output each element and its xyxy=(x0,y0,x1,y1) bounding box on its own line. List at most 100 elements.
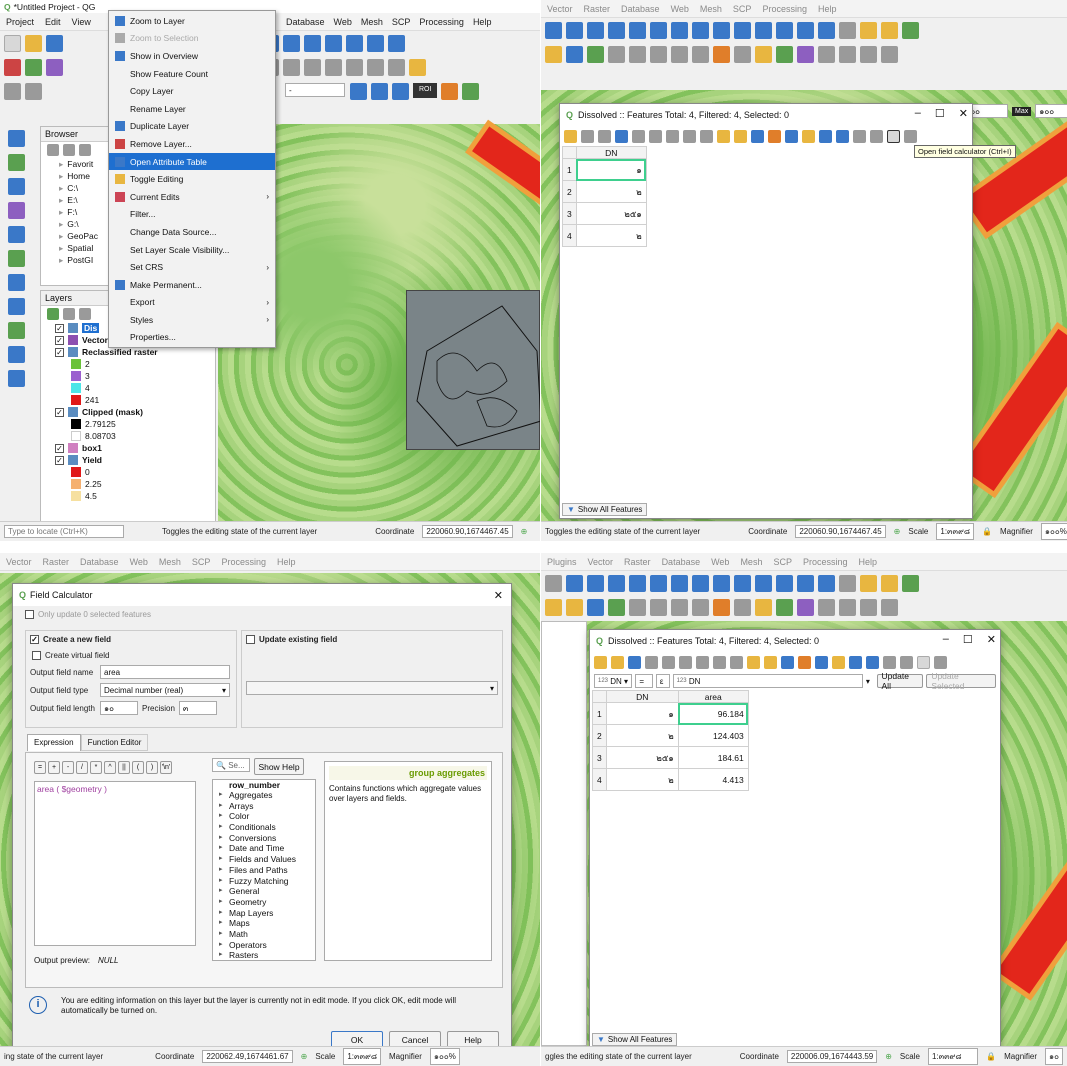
menu-database[interactable]: Database xyxy=(286,17,325,27)
output-length-spinbox[interactable]: ๑๐ xyxy=(100,701,138,715)
precision-spinbox[interactable]: ๓ xyxy=(178,701,217,715)
menu-item-duplicate-layer[interactable]: Duplicate Layer xyxy=(109,118,275,136)
cell-area[interactable]: 96.184 xyxy=(677,702,749,725)
function-group-item[interactable]: Arrays xyxy=(213,801,315,812)
layer-visibility-checkbox[interactable]: ✓ xyxy=(55,443,64,453)
conditional-format-icon[interactable] xyxy=(934,655,947,669)
field-calc-top-icon[interactable] xyxy=(881,21,898,39)
layer-item[interactable]: ✓ box1 xyxy=(55,442,215,454)
move-top-icon[interactable] xyxy=(802,129,815,143)
crs-icon[interactable]: ⊕ xyxy=(894,527,901,536)
add-delimited-icon[interactable] xyxy=(8,202,25,219)
zoom-selection-icon[interactable] xyxy=(325,34,342,52)
function-group-item[interactable]: General xyxy=(213,886,315,897)
scale-field[interactable]: 1:๓๓๙๘ xyxy=(343,1048,381,1065)
add-raster-icon[interactable] xyxy=(8,154,25,171)
show-label-icon[interactable] xyxy=(797,45,814,63)
browser-filter-icon[interactable] xyxy=(79,144,91,156)
lock-icon[interactable]: 🔒 xyxy=(986,1052,996,1061)
scp-tool2-icon[interactable] xyxy=(25,82,42,100)
field-calculator-icon[interactable] xyxy=(887,129,900,143)
cell-area[interactable]: 184.61 xyxy=(677,746,749,769)
zoom-native-icon[interactable] xyxy=(671,21,688,39)
menu-mesh[interactable]: Mesh xyxy=(700,4,722,14)
function-group-item[interactable]: Fields and Values xyxy=(213,854,315,865)
add-feature-icon[interactable] xyxy=(662,655,675,669)
save-edits-icon[interactable] xyxy=(566,45,583,63)
table-row[interactable]: 4๒ xyxy=(562,224,647,247)
menu-raster[interactable]: Raster xyxy=(43,557,70,567)
add-vector-v-icon[interactable] xyxy=(8,130,25,147)
operator-button[interactable]: || xyxy=(118,761,130,774)
redo-icon[interactable] xyxy=(734,598,751,616)
menu-item-export[interactable]: Export › xyxy=(109,294,275,312)
menu-item-change-data-source[interactable]: Change Data Source... xyxy=(109,223,275,241)
refresh-icon[interactable] xyxy=(797,21,814,39)
copy-features-icon[interactable] xyxy=(325,58,342,76)
menu-scp[interactable]: SCP xyxy=(733,4,752,14)
locate-input[interactable]: Type to locate (Ctrl+K) xyxy=(4,525,124,538)
close-button[interactable]: ✕ xyxy=(987,633,996,646)
data-source-icon[interactable] xyxy=(4,58,21,76)
menu-item-show-in-overview[interactable]: Show in Overview xyxy=(109,47,275,65)
menu-edit[interactable]: Edit xyxy=(45,17,61,27)
expression-editor[interactable]: area ( $geometry ) xyxy=(34,781,196,946)
conditional-format-icon[interactable] xyxy=(904,129,917,143)
cell-area[interactable]: 4.413 xyxy=(677,768,749,791)
add-mesh-icon[interactable] xyxy=(8,178,25,195)
table-row[interactable]: 3 ๒๕๑ xyxy=(562,202,647,225)
scp-search-icon[interactable] xyxy=(392,83,409,100)
copy-icon[interactable] xyxy=(692,598,709,616)
toggle-edit-icon[interactable] xyxy=(566,598,583,616)
select-features-icon[interactable] xyxy=(860,574,877,592)
menu-item-properties[interactable]: Properties... xyxy=(109,329,275,347)
max-field[interactable]: ๑๐๐ xyxy=(1035,104,1067,118)
operator-button[interactable]: ( xyxy=(132,761,144,774)
column-header-dn[interactable]: DN xyxy=(605,690,679,703)
layer-visibility-checkbox[interactable]: ✓ xyxy=(55,335,64,345)
operator-button[interactable]: + xyxy=(48,761,60,774)
function-group-item[interactable]: Rasters xyxy=(213,950,315,960)
layer-view-icon[interactable] xyxy=(79,308,91,320)
vertex-icon[interactable] xyxy=(629,598,646,616)
cell-dn[interactable]: ๑ xyxy=(575,158,647,181)
layer-item[interactable]: ✓ Yield xyxy=(55,454,215,466)
menu-item-filter[interactable]: Filter... xyxy=(109,206,275,224)
operator-button[interactable]: ^ xyxy=(104,761,116,774)
add-vector-icon[interactable] xyxy=(25,58,42,76)
rotate-label-icon[interactable] xyxy=(839,45,856,63)
zoom-in-icon[interactable] xyxy=(566,21,583,39)
minimize-button[interactable]: – xyxy=(915,107,921,120)
change-label-icon[interactable] xyxy=(860,598,877,616)
menu-vector[interactable]: Vector xyxy=(6,557,32,567)
scp-classify-icon[interactable] xyxy=(441,83,459,100)
coordinate-field[interactable]: 220062.49,1674461.67 xyxy=(202,1050,293,1063)
cell-dn[interactable]: ๒ xyxy=(575,224,647,247)
zoom-full-icon[interactable] xyxy=(608,21,625,39)
table-row[interactable]: 4 ๒ 4.413 xyxy=(592,768,749,791)
function-group-item[interactable]: Files and Paths xyxy=(213,865,315,876)
move-label-icon[interactable] xyxy=(818,598,835,616)
function-group-item[interactable]: Map Layers xyxy=(213,908,315,919)
menu-web[interactable]: Web xyxy=(711,557,729,567)
cell-dn[interactable]: ๑ xyxy=(605,702,679,725)
vertex-icon[interactable] xyxy=(608,45,625,63)
filter-icon[interactable] xyxy=(815,655,828,669)
save-icon[interactable] xyxy=(628,655,641,669)
create-new-checkbox[interactable]: ✓ xyxy=(30,635,39,644)
row-number[interactable]: 4 xyxy=(562,224,577,247)
zoom-last-icon[interactable] xyxy=(713,574,730,592)
cut-icon[interactable] xyxy=(650,45,667,63)
cell-dn[interactable]: ๒ xyxy=(605,768,679,791)
bookmark-icon[interactable] xyxy=(776,574,793,592)
add-feature-icon[interactable] xyxy=(632,129,645,143)
layer-item[interactable]: ✓ Clipped (mask) xyxy=(55,406,215,418)
menu-processing[interactable]: Processing xyxy=(762,4,807,14)
zoom-to-icon[interactable] xyxy=(866,655,879,669)
menu-item-open-attribute-table[interactable]: Open Attribute Table xyxy=(109,152,275,171)
zoom-native-icon[interactable] xyxy=(692,574,709,592)
multi-edit-icon[interactable] xyxy=(581,129,594,143)
toggle-edit-icon[interactable] xyxy=(564,129,577,143)
function-group-item[interactable]: Date and Time xyxy=(213,843,315,854)
new-field-icon[interactable] xyxy=(853,129,866,143)
